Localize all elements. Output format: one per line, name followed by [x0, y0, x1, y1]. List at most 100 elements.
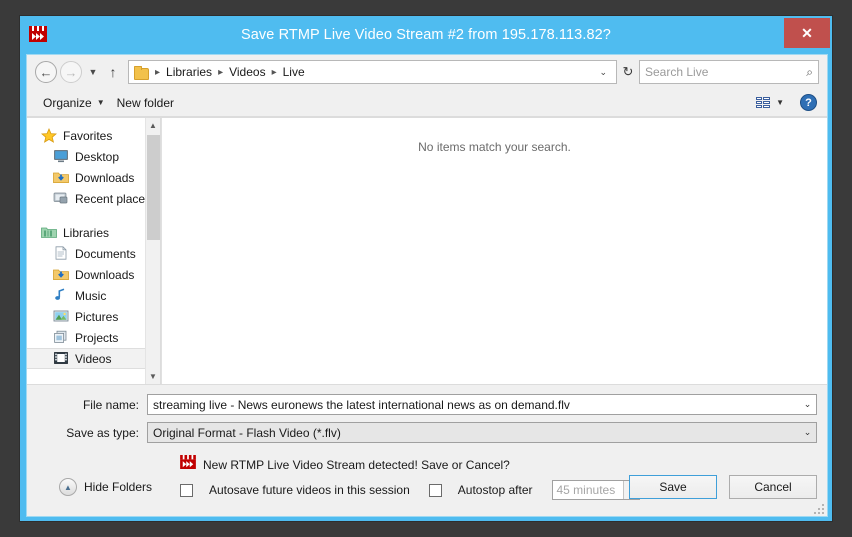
recent-locations-caret-icon[interactable]: ▼ [85, 67, 101, 77]
sidebar-item-pictures[interactable]: Pictures [27, 306, 160, 327]
autostop-label: Autostop after [458, 483, 533, 497]
help-icon[interactable]: ? [800, 94, 817, 111]
sidebar-item-documents[interactable]: Documents [27, 243, 160, 264]
recent-places-icon [53, 191, 69, 206]
filename-value: streaming live - News euronews the lates… [153, 398, 799, 412]
sidebar-label: Music [75, 289, 106, 303]
sidebar-item-downloads[interactable]: Downloads [27, 167, 160, 188]
save-button[interactable]: Save [629, 475, 717, 499]
view-layout-icon[interactable] [756, 96, 772, 110]
content-area: Favorites Desktop [27, 117, 827, 384]
options-row: Autosave future videos in this session A… [180, 480, 640, 500]
sidebar-label: Libraries [63, 226, 109, 240]
new-folder-button[interactable]: New folder [111, 94, 180, 112]
sidebar-label: Downloads [75, 171, 134, 185]
chevron-up-circle-icon: ▲ [59, 478, 77, 496]
scroll-up-arrow-icon[interactable]: ▲ [146, 118, 160, 133]
sidebar-item-projects[interactable]: Projects [27, 327, 160, 348]
film-clapper-icon [29, 26, 47, 42]
star-icon [41, 128, 57, 143]
breadcrumb-separator[interactable]: ▸ [214, 67, 227, 78]
navigation-bar: ← → ▼ ↑ ▸ Libraries ▸ Videos ▸ Live ⌄ ↻ … [27, 55, 827, 89]
search-box[interactable]: Search Live ⌕ [639, 60, 819, 84]
savetype-label: Save as type: [37, 426, 147, 440]
search-input[interactable]: Search Live [645, 65, 806, 79]
sidebar-item-videos[interactable]: Videos [27, 348, 160, 369]
sidebar-label: Desktop [75, 150, 119, 164]
music-note-icon [53, 288, 69, 303]
sidebar-label: Documents [75, 247, 136, 261]
detection-notice: New RTMP Live Video Stream detected! Sav… [180, 455, 510, 474]
up-button[interactable]: ↑ [103, 64, 123, 80]
sidebar-spacer [27, 209, 160, 222]
search-icon: ⌕ [806, 65, 813, 80]
back-button[interactable]: ← [35, 61, 57, 83]
sidebar-item-recent-places[interactable]: Recent places [27, 188, 160, 209]
projects-icon [53, 330, 69, 345]
filename-row: File name: streaming live - News euronew… [27, 394, 827, 415]
monitor-icon [53, 149, 69, 164]
detection-message: New RTMP Live Video Stream detected! Sav… [203, 458, 510, 472]
filename-input[interactable]: streaming live - News euronews the lates… [147, 394, 817, 415]
sidebar-label: Videos [75, 352, 111, 366]
breadcrumb-live[interactable]: Live [281, 65, 307, 79]
chevron-down-icon[interactable]: ▼ [776, 98, 784, 107]
sidebar-label: Downloads [75, 268, 134, 282]
titlebar: Save RTMP Live Video Stream #2 from 195.… [20, 16, 832, 54]
chevron-down-icon[interactable]: ⌄ [799, 427, 816, 438]
sidebar-group-libraries[interactable]: Libraries [27, 222, 160, 243]
picture-icon [53, 309, 69, 324]
form-area: File name: streaming live - News euronew… [27, 384, 827, 450]
hide-folders-button[interactable]: ▲ Hide Folders [59, 478, 152, 496]
duration-stepper[interactable]: 45 minutes ▲ ▼ [552, 480, 640, 500]
breadcrumb-videos[interactable]: Videos [227, 65, 267, 79]
scroll-down-arrow-icon[interactable]: ▼ [146, 369, 160, 384]
breadcrumb-separator[interactable]: ▸ [268, 67, 281, 78]
video-film-icon [53, 351, 69, 366]
organize-button[interactable]: Organize ▼ [37, 94, 111, 112]
dialog-body: ← → ▼ ↑ ▸ Libraries ▸ Videos ▸ Live ⌄ ↻ … [26, 54, 828, 517]
close-button[interactable]: ✕ [784, 18, 830, 48]
chevron-down-icon[interactable]: ⌄ [799, 399, 816, 410]
sidebar-label: Projects [75, 331, 118, 345]
libraries-icon [41, 225, 57, 240]
filename-label: File name: [37, 398, 147, 412]
sidebar-label: Recent places [75, 192, 151, 206]
organize-label: Organize [43, 96, 92, 110]
cancel-button[interactable]: Cancel [729, 475, 817, 499]
scrollbar-thumb[interactable] [147, 135, 160, 240]
sidebar-label: Pictures [75, 310, 118, 324]
hide-folders-label: Hide Folders [84, 480, 152, 494]
toolbar-right-group: ▼ ? [756, 94, 817, 111]
breadcrumb-libraries[interactable]: Libraries [164, 65, 214, 79]
window-title: Save RTMP Live Video Stream #2 from 195.… [20, 27, 832, 43]
navigation-pane: Favorites Desktop [27, 118, 160, 384]
resize-grip[interactable] [812, 502, 824, 514]
refresh-button[interactable]: ↻ [617, 64, 639, 80]
downloads-folder-icon [53, 170, 69, 185]
sidebar-item-downloads-library[interactable]: Downloads [27, 264, 160, 285]
forward-button[interactable]: → [60, 61, 82, 83]
sidebar-item-music[interactable]: Music [27, 285, 160, 306]
save-dialog-window: Save RTMP Live Video Stream #2 from 195.… [19, 15, 833, 522]
film-clapper-icon [180, 455, 196, 474]
chevron-down-icon: ▼ [97, 98, 105, 107]
duration-value: 45 minutes [553, 483, 623, 497]
sidebar-label: Favorites [63, 129, 112, 143]
document-icon [53, 246, 69, 261]
sidebar-group-favorites[interactable]: Favorites [27, 125, 160, 146]
autosave-label: Autosave future videos in this session [209, 483, 410, 497]
command-toolbar: Organize ▼ New folder ▼ ? [27, 89, 827, 117]
navigation-pane-scrollbar[interactable]: ▲ ▼ [145, 118, 160, 384]
sidebar-item-desktop[interactable]: Desktop [27, 146, 160, 167]
folder-icon [133, 66, 149, 79]
empty-list-message: No items match your search. [162, 140, 827, 154]
address-bar[interactable]: ▸ Libraries ▸ Videos ▸ Live ⌄ [128, 60, 617, 84]
autosave-checkbox[interactable] [180, 484, 193, 497]
autostop-checkbox[interactable] [429, 484, 442, 497]
breadcrumb-separator[interactable]: ▸ [151, 67, 164, 78]
savetype-row: Save as type: Original Format - Flash Vi… [27, 422, 827, 443]
file-list-pane[interactable]: No items match your search. [161, 118, 827, 384]
address-dropdown-icon[interactable]: ⌄ [592, 67, 614, 78]
savetype-select[interactable]: Original Format - Flash Video (*.flv) ⌄ [147, 422, 817, 443]
